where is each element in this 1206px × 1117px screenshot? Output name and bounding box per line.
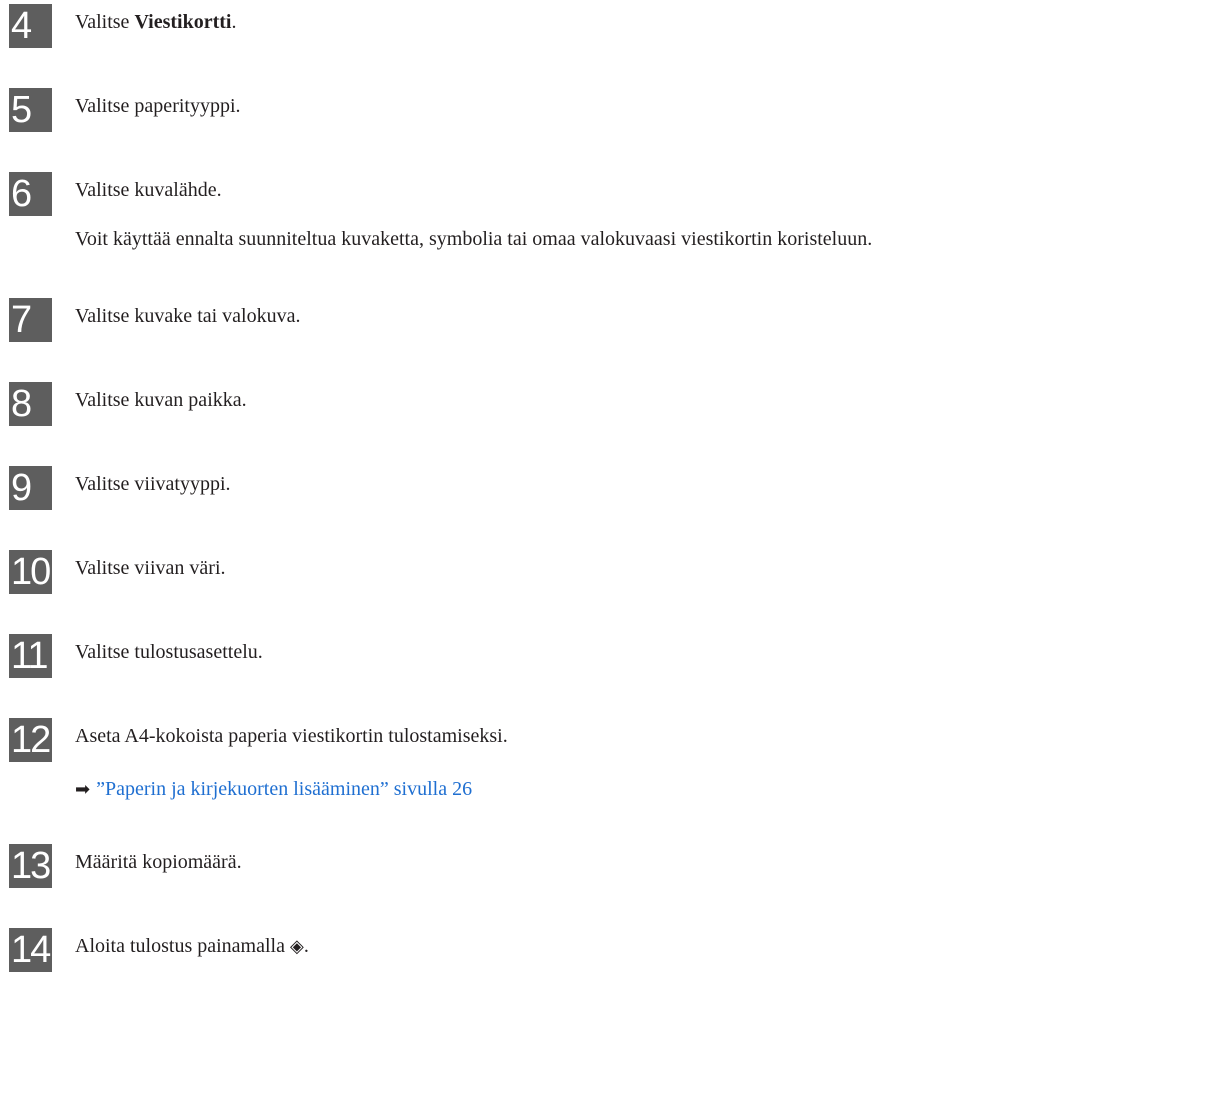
cross-reference: ➡ ”Paperin ja kirjekuorten lisääminen” si… <box>75 777 472 802</box>
step-number: 7 <box>9 298 52 342</box>
step-note: Voit käyttää ennalta suunniteltua kuvake… <box>75 228 873 250</box>
step-text: Valitse kuvake tai valokuva. <box>75 305 301 327</box>
step-text: Valitse Viestikortti. <box>75 11 237 33</box>
step-text: Valitse kuvalähde. <box>75 179 222 201</box>
step-number: 11 <box>9 634 52 678</box>
step-number: 13 <box>9 844 52 888</box>
step-number: 5 <box>9 88 52 132</box>
step-text: Määritä kopiomäärä. <box>75 851 242 873</box>
arrow-right-icon: ➡ <box>75 779 91 800</box>
step-number: 4 <box>9 4 52 48</box>
step-text: Valitse tulostusasettelu. <box>75 641 263 663</box>
menu-item-name: Viestikortti <box>134 11 232 33</box>
xref-link[interactable]: ”Paperin ja kirjekuorten lisääminen” siv… <box>96 778 472 800</box>
step-number: 10 <box>9 550 52 594</box>
step-text: Valitse kuvan paikka. <box>75 389 247 411</box>
step-number: 9 <box>9 466 52 510</box>
step-text: Aseta A4-kokoista paperia viestikortin t… <box>75 725 508 747</box>
step-text: Aloita tulostus painamalla ◈. <box>75 935 309 957</box>
start-button-icon: ◈ <box>289 936 304 957</box>
step-text: Valitse viivan väri. <box>75 557 226 579</box>
step-text: Valitse paperityyppi. <box>75 95 241 117</box>
step-number: 8 <box>9 382 52 426</box>
step-number: 12 <box>9 718 52 762</box>
step-number: 6 <box>9 172 52 216</box>
step-text: Valitse viivatyyppi. <box>75 473 231 495</box>
step-number: 14 <box>9 928 52 972</box>
